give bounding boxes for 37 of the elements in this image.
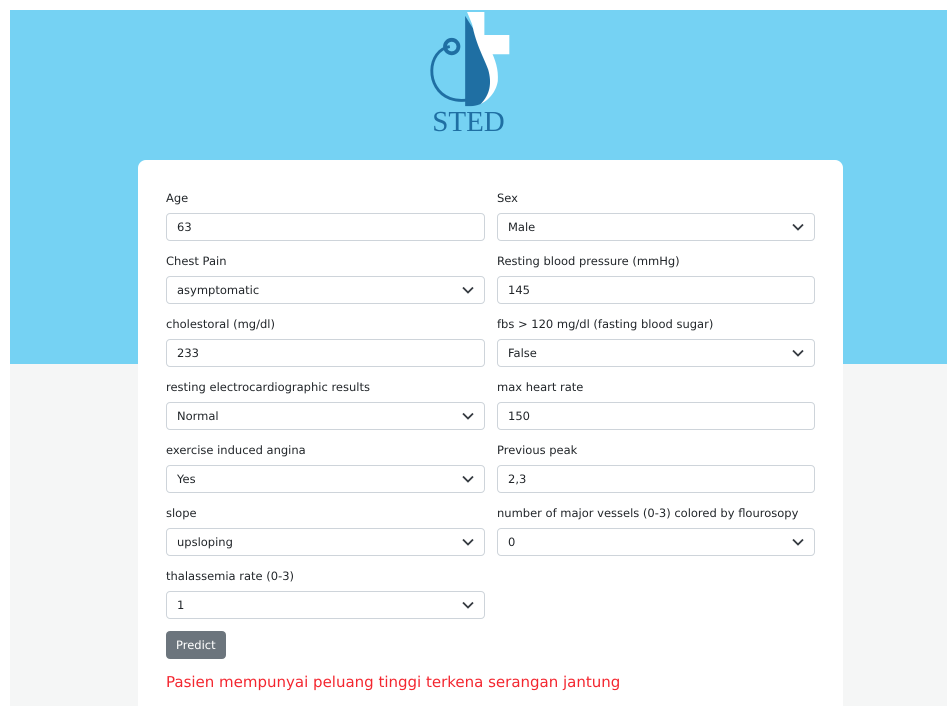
chevron-down-icon — [462, 286, 474, 294]
chevron-down-icon — [462, 475, 474, 483]
chevron-down-icon — [462, 538, 474, 546]
select-field[interactable]: 1 — [166, 591, 485, 619]
select-field[interactable]: upsloping — [166, 528, 485, 556]
select-field[interactable]: Normal — [166, 402, 485, 430]
chevron-down-icon — [462, 601, 474, 609]
input-field[interactable]: 150 — [497, 402, 815, 430]
field-label: Age — [166, 190, 190, 206]
field-label: Previous peak — [497, 442, 578, 458]
select-field[interactable]: asymptomatic — [166, 276, 485, 304]
select-field[interactable]: False — [497, 339, 815, 367]
field-label: resting electrocardiographic results — [166, 379, 371, 395]
select-field[interactable]: 0 — [497, 528, 815, 556]
field-label: max heart rate — [497, 379, 584, 395]
field-label: fbs > 120 mg/dl (fasting blood sugar) — [497, 316, 714, 332]
field-label: Sex — [497, 190, 519, 206]
input-field[interactable]: 63 — [166, 213, 485, 241]
input-field[interactable]: 145 — [497, 276, 815, 304]
result-message: Pasien mempunyai peluang tinggi terkena serangan jantung — [166, 673, 622, 691]
field-label: cholestoral (mg/dl) — [166, 316, 276, 332]
field-label: exercise induced angina — [166, 442, 307, 458]
input-field[interactable]: 233 — [166, 339, 485, 367]
logo-text: STED — [432, 106, 505, 139]
field-label: number of major vessels (0-3) colored by flourosopy — [497, 505, 800, 521]
field-label: Resting blood pressure (mmHg) — [497, 253, 681, 269]
field-label: thalassemia rate (0-3) — [166, 568, 296, 584]
input-field[interactable]: 2,3 — [497, 465, 815, 493]
field-label: Chest Pain — [166, 253, 228, 269]
select-field[interactable]: Male — [497, 213, 815, 241]
field-label: slope — [166, 505, 198, 521]
chevron-down-icon — [792, 223, 804, 231]
chevron-down-icon — [462, 412, 474, 420]
predict-button[interactable]: Predict — [166, 631, 226, 659]
select-field[interactable]: Yes — [166, 465, 485, 493]
chevron-down-icon — [792, 349, 804, 357]
chevron-down-icon — [792, 538, 804, 546]
